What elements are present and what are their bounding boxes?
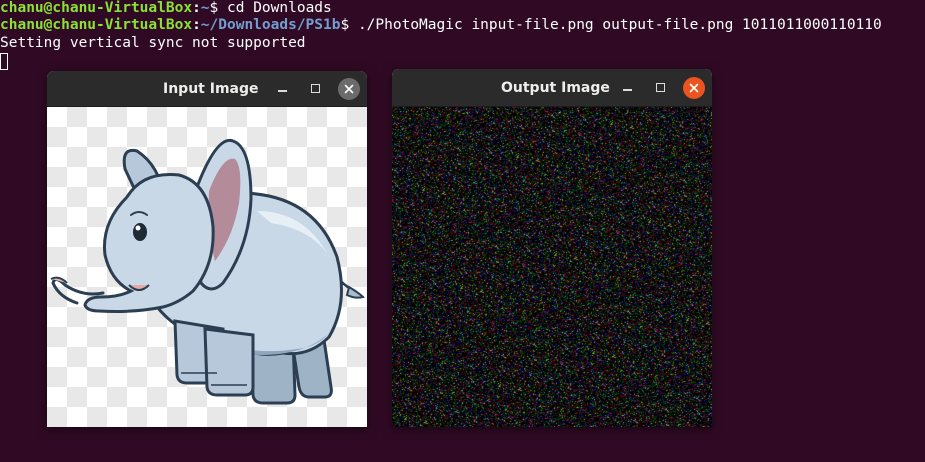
maximize-button[interactable] xyxy=(649,77,671,99)
terminal-output-line: Setting vertical sync not supported xyxy=(0,35,306,51)
output-image-area xyxy=(392,107,712,427)
command-text: ./PhotoMagic input-file.png output-file.… xyxy=(357,17,882,33)
command-text: cd Downloads xyxy=(227,0,332,16)
maximize-icon xyxy=(655,83,665,92)
minimize-icon xyxy=(622,89,632,91)
prompt-symbol: $ xyxy=(340,17,358,33)
prompt-user: chanu@chanu-VirtualBox xyxy=(0,17,193,33)
close-icon xyxy=(344,84,354,93)
terminal-line-photomagic: chanu@chanu-VirtualBox:~/Downloads/PS1b$… xyxy=(0,17,882,34)
output-window-titlebar[interactable]: Output Image xyxy=(392,69,712,107)
maximize-icon xyxy=(310,84,320,93)
prompt-path: ~ xyxy=(200,0,210,16)
minimize-button[interactable] xyxy=(616,77,638,99)
output-image-window[interactable]: Output Image xyxy=(392,69,712,427)
minimize-icon xyxy=(277,90,287,92)
input-image-area xyxy=(47,107,367,427)
close-button[interactable] xyxy=(683,76,705,99)
close-icon xyxy=(689,83,699,92)
prompt-separator: : xyxy=(192,17,201,33)
close-button[interactable] xyxy=(338,77,360,100)
terminal-line-cd: chanu@chanu-VirtualBox:~$ cd Downloads xyxy=(0,0,332,17)
noise-image xyxy=(392,107,712,427)
prompt-user: chanu@chanu-VirtualBox xyxy=(0,0,193,16)
prompt-separator: : xyxy=(192,0,201,16)
input-window-title: Input Image xyxy=(163,80,259,97)
prompt-symbol: $ xyxy=(209,0,227,16)
output-window-title: Output Image xyxy=(501,79,610,96)
input-window-titlebar[interactable]: Input Image xyxy=(47,71,367,107)
elephant-image xyxy=(50,138,365,405)
input-image-window[interactable]: Input Image xyxy=(47,71,367,427)
terminal-cursor xyxy=(0,53,8,70)
maximize-button[interactable] xyxy=(304,78,326,100)
minimize-button[interactable] xyxy=(271,78,293,100)
prompt-path: ~/Downloads/PS1b xyxy=(200,17,341,33)
